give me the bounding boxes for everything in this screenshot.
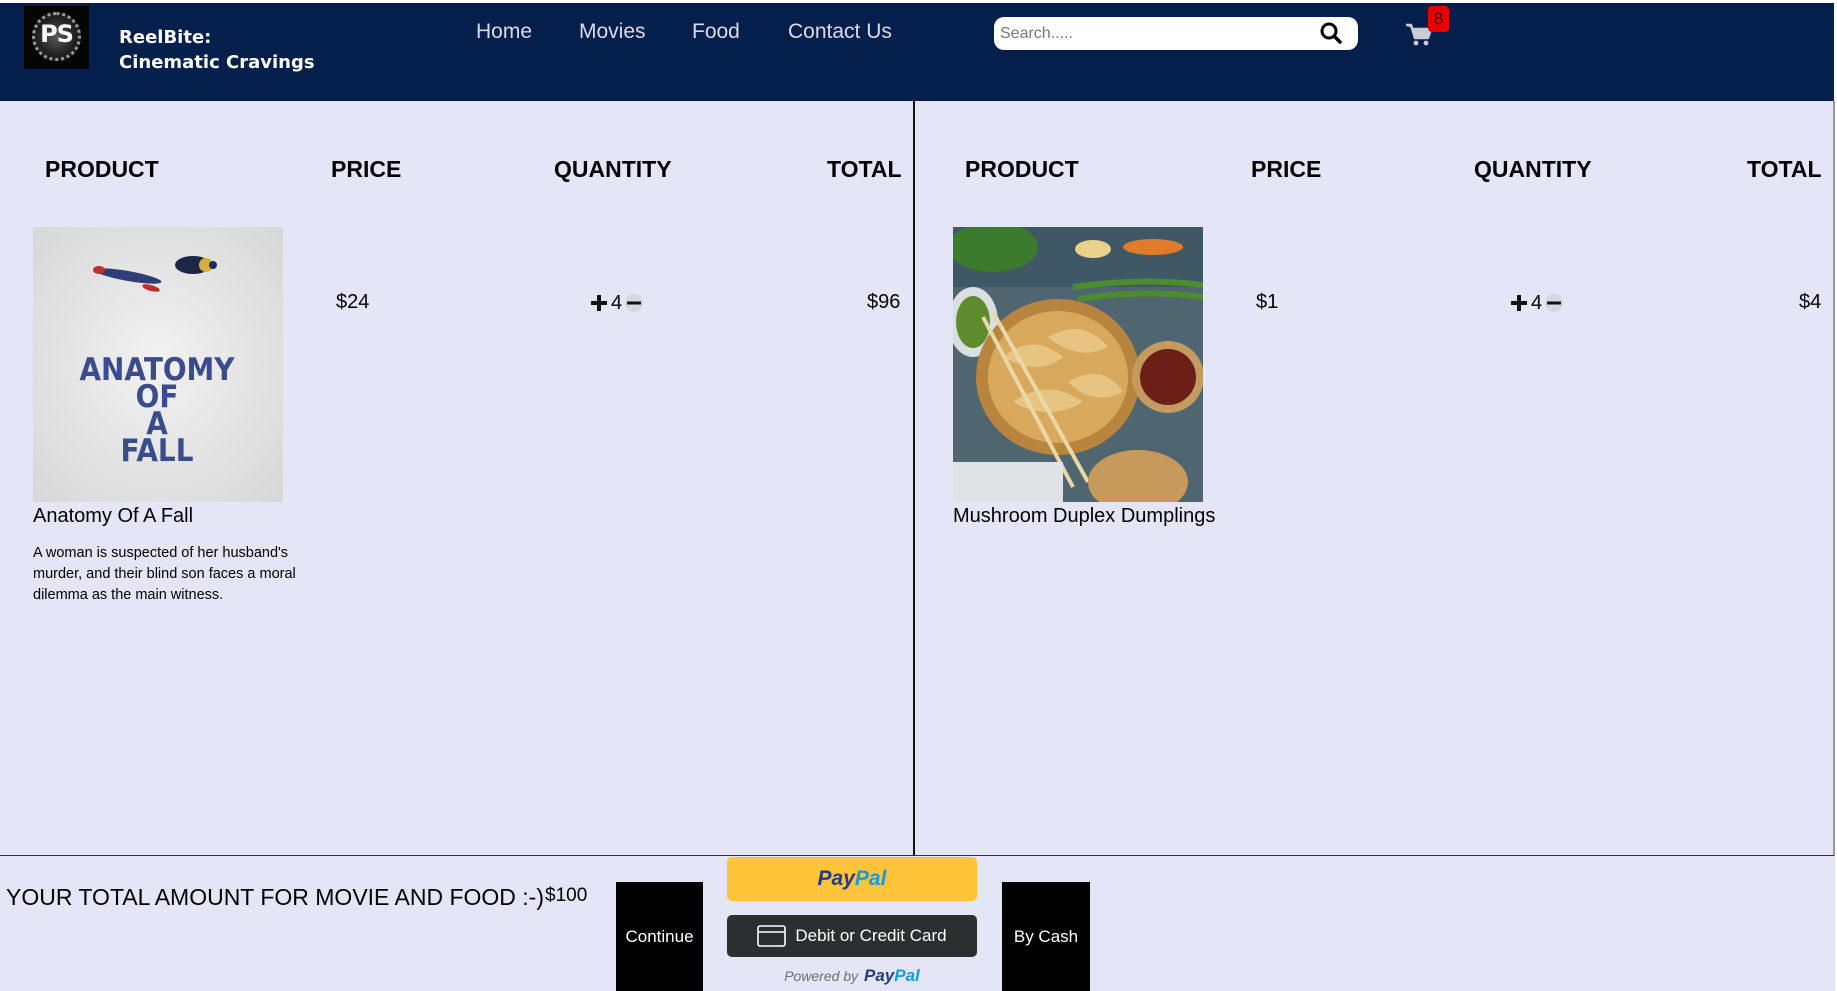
col-header-product: PRODUCT xyxy=(45,156,159,182)
credit-card-icon xyxy=(757,925,787,947)
col-header-price: PRICE xyxy=(1251,156,1322,182)
food-quantity-stepper: 4 xyxy=(1510,291,1564,315)
movie-quantity-value: 4 xyxy=(611,291,623,314)
grand-total-value: $100 xyxy=(545,885,588,906)
food-item-name: Mushroom Duplex Dumplings xyxy=(953,505,1216,527)
paypal-button[interactable]: PayPal xyxy=(727,857,977,901)
logo-initials: PS xyxy=(40,20,74,48)
search-button[interactable] xyxy=(1316,19,1346,48)
col-header-total: TOTAL xyxy=(1747,156,1822,182)
decrease-quantity-button[interactable] xyxy=(1545,294,1564,312)
decrease-quantity-button[interactable] xyxy=(625,294,644,312)
top-navbar: PS ReelBite: Cinematic Cravings Home Mov… xyxy=(0,0,1836,101)
food-item-price: $1 xyxy=(1256,291,1279,313)
movie-cart-panel: PRODUCT PRICE QUANTITY TOTAL ANATOMY OF … xyxy=(0,101,915,856)
debit-credit-card-button[interactable]: Debit or Credit Card xyxy=(727,915,977,957)
powered-by-paypal: Powered by PayPal xyxy=(727,966,977,986)
minus-icon xyxy=(1547,301,1562,305)
col-header-product: PRODUCT xyxy=(965,156,1079,182)
nav-food[interactable]: Food xyxy=(692,20,740,48)
site-logo[interactable]: PS xyxy=(24,6,89,69)
movie-item-price: $24 xyxy=(336,291,370,313)
search-icon xyxy=(1320,22,1342,44)
grand-total-label: YOUR TOTAL AMOUNT FOR MOVIE AND FOOD :-) xyxy=(6,884,544,910)
powered-paypal-logo: PayPal xyxy=(864,966,920,985)
col-header-quantity: QUANTITY xyxy=(1474,156,1592,182)
food-cart-panel: PRODUCT PRICE QUANTITY TOTAL Mushroom Du… xyxy=(915,101,1835,856)
brand-line-1: ReelBite: xyxy=(119,27,212,48)
increase-quantity-button[interactable] xyxy=(590,294,608,312)
movie-quantity-stepper: 4 xyxy=(590,291,644,315)
col-header-price: PRICE xyxy=(331,156,402,182)
app-root: PS ReelBite: Cinematic Cravings Home Mov… xyxy=(0,0,1837,991)
cart-count-badge: 8 xyxy=(1428,6,1449,32)
plus-icon xyxy=(1511,295,1527,311)
brand-name: ReelBite: Cinematic Cravings xyxy=(119,25,315,75)
paypal-logo-pal: Pal xyxy=(854,867,887,890)
search-input[interactable] xyxy=(1000,19,1318,48)
movie-poster-image: ANATOMY OF A FALL xyxy=(33,227,283,502)
nav-contact-us[interactable]: Contact Us xyxy=(788,20,892,48)
nav-movies[interactable]: Movies xyxy=(579,20,646,48)
movie-item-name: Anatomy Of A Fall xyxy=(33,505,194,527)
powered-by-label: Powered by xyxy=(784,968,859,984)
powered-logo-pal: Pal xyxy=(894,966,920,985)
col-header-total: TOTAL xyxy=(827,156,902,182)
food-quantity-value: 4 xyxy=(1531,291,1543,314)
search-bar xyxy=(994,17,1358,50)
increase-quantity-button[interactable] xyxy=(1510,294,1528,312)
brand-line-2: Cinematic Cravings xyxy=(119,52,315,73)
pay-by-cash-button[interactable]: By Cash xyxy=(1002,882,1090,991)
minus-icon xyxy=(627,301,642,305)
powered-logo-pay: Pay xyxy=(864,966,895,985)
paypal-logo: PayPal xyxy=(818,867,887,891)
svg-text:FALL: FALL xyxy=(121,433,194,469)
movie-item-description: A woman is suspected of her husband's mu… xyxy=(33,545,296,603)
food-item-image xyxy=(953,227,1203,502)
food-item-total: $4 xyxy=(1799,291,1822,313)
plus-icon xyxy=(591,295,607,311)
paypal-logo-pay: Pay xyxy=(817,867,855,890)
continue-button[interactable]: Continue xyxy=(616,882,703,991)
card-button-label: Debit or Credit Card xyxy=(795,926,947,945)
col-header-quantity: QUANTITY xyxy=(554,156,672,182)
movie-item-total: $96 xyxy=(867,291,901,313)
nav-home[interactable]: Home xyxy=(476,20,532,48)
